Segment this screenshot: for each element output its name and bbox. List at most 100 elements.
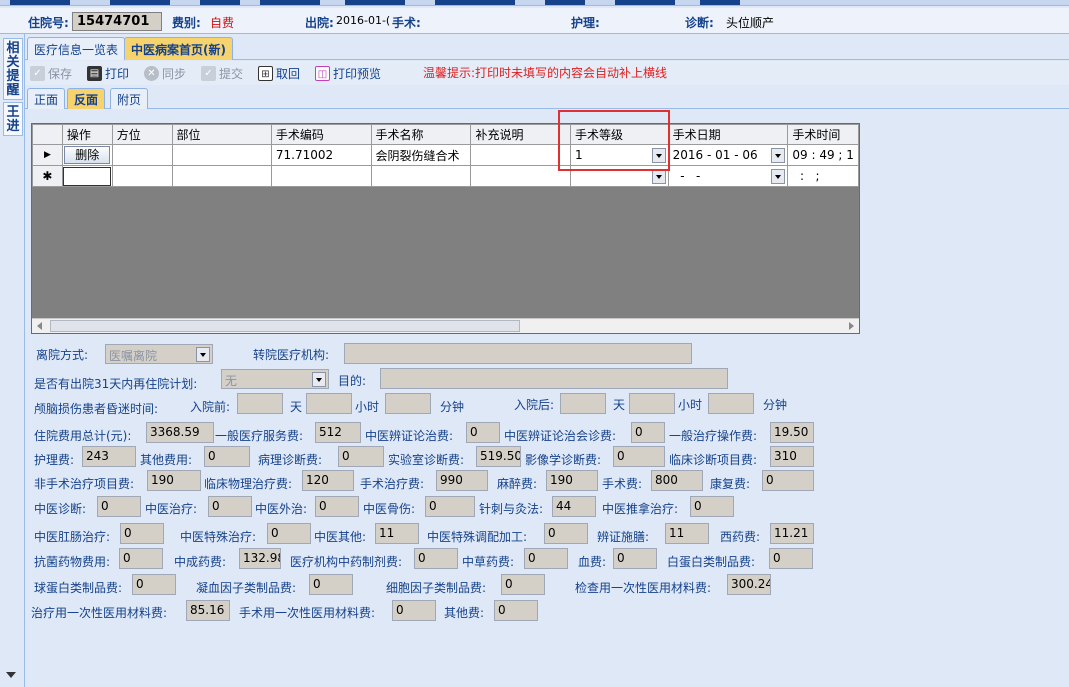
imaging-input[interactable]: 0 xyxy=(613,446,665,467)
cell-note[interactable] xyxy=(470,144,572,166)
lab-input[interactable]: 519.50 xyxy=(476,446,521,467)
tcm-external-input[interactable]: 0 xyxy=(315,496,359,517)
before-admit-minute-input[interactable] xyxy=(385,393,431,414)
other-fee-input[interactable]: 0 xyxy=(204,446,250,467)
tcm-prep-input[interactable]: 0 xyxy=(544,523,588,544)
col-header-action[interactable]: 操作 xyxy=(61,124,113,145)
print-button[interactable]: ▤ 打印 xyxy=(87,64,129,82)
nonsurg-input[interactable]: 190 xyxy=(147,470,201,491)
scroll-down-icon[interactable] xyxy=(6,672,16,678)
purpose-input[interactable] xyxy=(380,368,728,389)
globulin-input[interactable]: 0 xyxy=(132,574,176,595)
nursing-fee-input[interactable]: 243 xyxy=(82,446,136,467)
tcm-treat-input[interactable]: 0 xyxy=(208,496,252,517)
after-admit-day-input[interactable] xyxy=(560,393,606,414)
tcm-special-input[interactable]: 0 xyxy=(267,523,311,544)
col-header-note[interactable]: 补充说明 xyxy=(470,124,572,145)
print-preview-button[interactable]: ◫ 打印预览 xyxy=(315,64,381,82)
retrieve-button[interactable]: ⊞ 取回 xyxy=(258,64,300,82)
cell-date[interactable]: 2016 - 01 - 06 xyxy=(667,144,789,166)
new-row-input[interactable] xyxy=(63,166,112,186)
tab-medical-overview[interactable]: 医疗信息一览表 xyxy=(27,37,126,60)
tab-front-side[interactable]: 正面 xyxy=(27,88,66,109)
total-fee-input[interactable]: 3368.59 xyxy=(146,422,214,443)
tcm-diag-input[interactable]: 0 xyxy=(466,422,500,443)
cell-site[interactable] xyxy=(171,144,272,166)
tuina-input[interactable]: 0 xyxy=(690,496,734,517)
tcm-consult-input[interactable]: 0 xyxy=(631,422,665,443)
cell-code[interactable]: 71.71002 xyxy=(270,144,372,166)
new-cell-note[interactable] xyxy=(470,165,572,187)
before-admit-hour-input[interactable] xyxy=(306,393,352,414)
main-tab-strip: 医疗信息一览表 中医病案首页(新) xyxy=(25,36,1069,60)
general-service-input[interactable]: 512 xyxy=(315,422,361,443)
physio-input[interactable]: 120 xyxy=(302,470,354,491)
submit-button[interactable]: ✓ 提交 xyxy=(201,64,243,82)
rehab-input[interactable]: 0 xyxy=(762,470,814,491)
cytokine-input[interactable]: 0 xyxy=(501,574,545,595)
scroll-right-icon[interactable] xyxy=(849,322,854,330)
diet-input[interactable]: 11 xyxy=(665,523,709,544)
western-input[interactable]: 11.21 xyxy=(770,523,814,544)
other2-input[interactable]: 0 xyxy=(494,600,538,621)
col-header-date[interactable]: 手术日期 xyxy=(667,124,789,145)
col-header-time[interactable]: 手术时间 xyxy=(787,124,859,145)
new-date-dropdown-icon[interactable] xyxy=(771,169,786,184)
tcm-diagnosis-input[interactable]: 0 xyxy=(97,496,141,517)
side-tab-user[interactable]: 王进 xyxy=(3,102,23,136)
tcm-other-input[interactable]: 11 xyxy=(375,523,419,544)
new-level-dropdown-icon[interactable] xyxy=(651,169,666,184)
herbal-input[interactable]: 0 xyxy=(524,548,568,569)
tab-appendix[interactable]: 附页 xyxy=(110,88,149,109)
after-admit-minute-input[interactable] xyxy=(708,393,754,414)
readmit-dropdown-icon[interactable] xyxy=(312,372,326,387)
after-admit-hour-input[interactable] xyxy=(629,393,675,414)
sync-button[interactable]: ✕ 同步 xyxy=(144,64,186,82)
exam-material-input[interactable]: 300.24 xyxy=(727,574,771,595)
inhouse-input[interactable]: 0 xyxy=(414,548,458,569)
date-dropdown-icon[interactable] xyxy=(771,148,786,163)
scrollbar-thumb[interactable] xyxy=(50,320,520,332)
col-header-site[interactable]: 部位 xyxy=(171,124,272,145)
save-button[interactable]: ✓ 保存 xyxy=(30,64,72,82)
new-cell-time[interactable]: : ; xyxy=(787,165,859,187)
blood-input[interactable]: 0 xyxy=(613,548,657,569)
side-tab-reminders[interactable]: 相关提醒 xyxy=(3,38,23,100)
before-admit-day-input[interactable] xyxy=(237,393,283,414)
cell-name[interactable]: 会阴裂伤缝合术 xyxy=(370,144,472,166)
antibiotic-input[interactable]: 0 xyxy=(119,548,163,569)
coag-input[interactable]: 0 xyxy=(309,574,353,595)
general-treat-input[interactable]: 19.50 xyxy=(770,422,814,443)
tcm-bone-input[interactable]: 0 xyxy=(425,496,475,517)
new-cell-code[interactable] xyxy=(270,165,372,187)
treat-material-input[interactable]: 85.16 xyxy=(186,600,230,621)
discharge-method-dropdown-icon[interactable] xyxy=(196,347,210,362)
scroll-left-icon[interactable] xyxy=(37,322,42,330)
anorectal-input[interactable]: 0 xyxy=(120,523,164,544)
clinical-diag-input[interactable]: 310 xyxy=(770,446,814,467)
col-header-code[interactable]: 手术编码 xyxy=(270,124,372,145)
grid-horizontal-scrollbar[interactable] xyxy=(32,318,859,333)
surgery-fee-input[interactable]: 800 xyxy=(651,470,703,491)
transfer-org-input[interactable] xyxy=(344,343,692,364)
readmit-plan-select[interactable]: 无 xyxy=(221,369,329,389)
delete-row-button[interactable]: 删除 xyxy=(64,146,111,164)
new-cell-date[interactable]: - - xyxy=(667,165,789,187)
tab-back-side[interactable]: 反面 xyxy=(67,88,106,109)
new-cell-position[interactable] xyxy=(111,165,173,187)
pathology-input[interactable]: 0 xyxy=(338,446,384,467)
surg-material-input[interactable]: 0 xyxy=(392,600,436,621)
cell-time[interactable]: 09 : 49 ; 1 xyxy=(787,144,859,166)
tab-tcm-record-front-page[interactable]: 中医病案首页(新) xyxy=(124,37,233,60)
patent-input[interactable]: 132.98 xyxy=(239,548,281,569)
new-cell-site[interactable] xyxy=(171,165,272,187)
cell-position[interactable] xyxy=(111,144,173,166)
albumin-input[interactable]: 0 xyxy=(769,548,813,569)
acupuncture-input[interactable]: 44 xyxy=(552,496,596,517)
anesth-input[interactable]: 190 xyxy=(546,470,598,491)
col-header-position[interactable]: 方位 xyxy=(111,124,173,145)
col-header-name[interactable]: 手术名称 xyxy=(370,124,472,145)
new-cell-name[interactable] xyxy=(370,165,472,187)
surg-treat-input[interactable]: 990 xyxy=(436,470,488,491)
discharge-method-select[interactable]: 医嘱离院 xyxy=(105,344,213,364)
